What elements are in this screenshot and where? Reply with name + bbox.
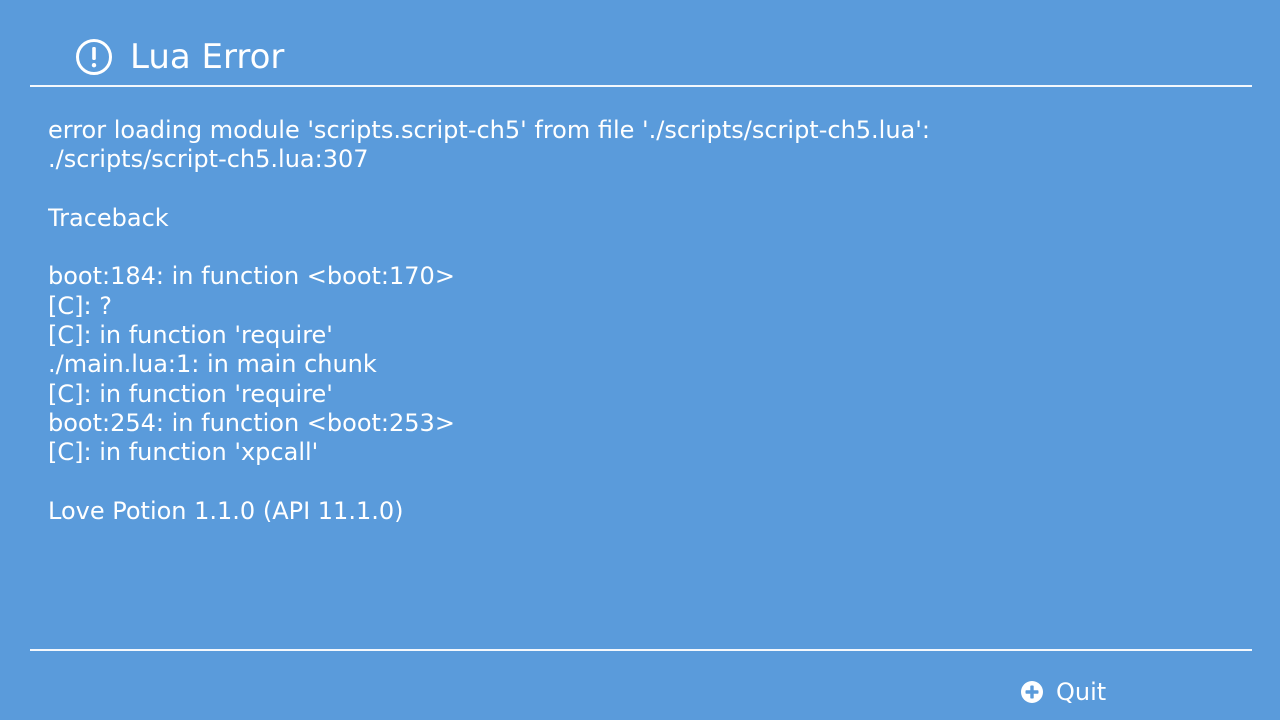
page-title: Lua Error (130, 37, 285, 77)
error-header: Lua Error (0, 0, 1280, 86)
quit-label: Quit (1056, 678, 1107, 706)
traceback-line: boot:184: in function <boot:170> (48, 262, 455, 291)
traceback-line: [C]: in function 'require' (48, 379, 333, 408)
error-details: error loading module 'scripts.script-ch5… (48, 116, 1228, 526)
traceback-line: ./main.lua:1: in main chunk (48, 350, 377, 379)
top-divider (30, 85, 1252, 87)
traceback-line: boot:254: in function <boot:253> (48, 408, 455, 437)
bottom-divider (30, 649, 1252, 651)
traceback-heading: Traceback (48, 203, 169, 232)
quit-button[interactable]: Quit (1020, 676, 1106, 708)
version-info: Love Potion 1.1.0 (API 11.1.0) (48, 496, 404, 525)
traceback-line: [C]: ? (48, 291, 112, 320)
plus-button-icon (1021, 681, 1043, 703)
traceback-line: [C]: in function 'require' (48, 321, 333, 350)
exclamation-circle-icon (76, 39, 112, 75)
error-message-line: error loading module 'scripts.script-ch5… (48, 116, 930, 144)
traceback-line: [C]: in function 'xpcall' (48, 438, 319, 467)
error-message-line: ./scripts/script-ch5.lua:307 (48, 145, 369, 174)
